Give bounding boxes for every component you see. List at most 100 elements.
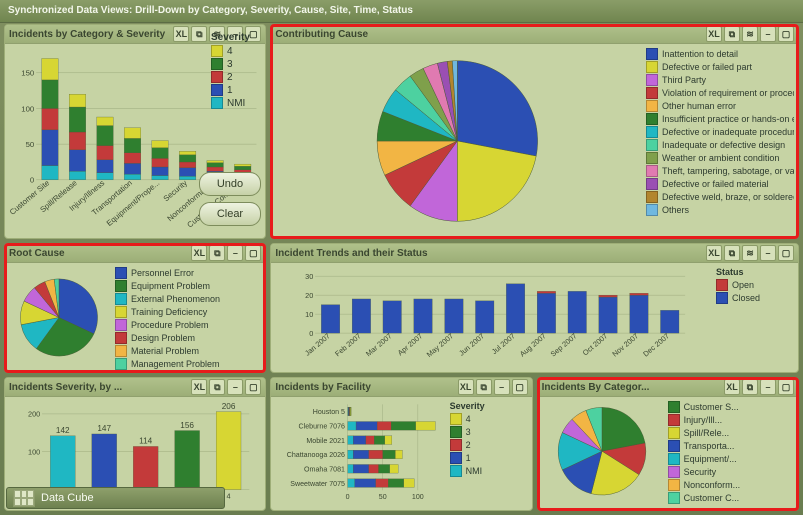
legend-item[interactable]: Injury/Ill... [668,414,746,426]
legend-item[interactable]: Nonconform... [668,479,746,491]
legend-item[interactable]: Weather or ambient condition [646,152,794,164]
svg-text:Feb 2007: Feb 2007 [333,331,363,358]
svg-text:Nov 2007: Nov 2007 [611,331,641,358]
legend-item[interactable]: 4 [450,413,528,425]
legend-item[interactable]: External Phenomenon [115,293,235,305]
copy-icon[interactable]: ⧉ [191,26,207,42]
maximize-icon[interactable]: ▢ [778,379,794,395]
svg-text:Houston 5: Houston 5 [313,408,345,416]
legend-item[interactable]: Procedure Problem [115,319,235,331]
legend-item[interactable]: 1 [211,84,261,96]
undo-button[interactable]: Undo [199,172,261,196]
svg-text:Jun 2007: Jun 2007 [457,331,486,357]
xl-button[interactable]: XL [173,26,189,42]
svg-text:156: 156 [180,421,194,430]
chart-trend[interactable]: 0102030Jan 2007Feb 2007Mar 2007Apr 2007M… [275,267,710,368]
panel-root-cause: Root Cause XL ⧉ – ▢ Personnel ErrorEquip… [4,243,266,373]
legend-item[interactable]: Third Party [646,74,794,86]
minimize-icon[interactable]: – [227,379,243,395]
data-cube-button[interactable]: Data Cube [6,487,225,509]
legend-item[interactable]: Theft, tampering, sabotage, or van... [646,165,794,177]
chart-facility[interactable]: 050100Houston 5Cleburne 7076Mobile 2021C… [275,401,443,506]
legend-item[interactable]: 4 [211,45,261,57]
xl-button[interactable]: XL [191,379,207,395]
xl-button[interactable]: XL [724,379,740,395]
svg-text:Sep 2007: Sep 2007 [549,331,579,358]
xl-button[interactable]: XL [706,245,722,261]
legend-item[interactable]: Equipment/... [668,453,746,465]
legend-item[interactable]: Material Problem [115,345,235,357]
copy-icon[interactable]: ⧉ [724,26,740,42]
legend-item[interactable]: Personnel Error [115,267,235,279]
legend-item[interactable]: Defective or inadequate procedure [646,126,794,138]
svg-text:Dec 2007: Dec 2007 [642,331,672,358]
copy-icon[interactable]: ⧉ [742,379,758,395]
legend-item[interactable]: 3 [211,58,261,70]
legend-item[interactable]: Spill/Rele... [668,427,746,439]
tool-icon[interactable]: ≋ [742,26,758,42]
cube-icon [13,489,35,507]
panel-title: Incidents by Category & Severity [9,29,173,40]
maximize-icon[interactable]: ▢ [512,379,528,395]
minimize-icon[interactable]: – [760,379,776,395]
legend-item[interactable]: Insufficient practice or hands-on e... [646,113,794,125]
copy-icon[interactable]: ⧉ [209,379,225,395]
copy-icon[interactable]: ⧉ [209,245,225,261]
legend-item[interactable]: Defective weld, braze, or soldered ... [646,191,794,203]
legend-item[interactable]: Training Deficiency [115,306,235,318]
chart-contrib-cause[interactable] [275,48,640,234]
panel-contrib-cause: Contributing Cause XL ⧉ ≋ – ▢ Inattentio… [270,24,799,239]
minimize-icon[interactable]: – [760,245,776,261]
maximize-icon[interactable]: ▢ [778,245,794,261]
chart-by-cat[interactable] [542,401,662,506]
chart-root[interactable] [9,267,109,368]
legend-item[interactable]: 2 [450,439,528,451]
xl-button[interactable]: XL [706,26,722,42]
svg-text:10: 10 [305,310,313,319]
svg-text:100: 100 [28,447,40,456]
svg-text:206: 206 [222,402,236,411]
maximize-icon[interactable]: ▢ [245,245,261,261]
svg-text:Sweetwater 7075: Sweetwater 7075 [291,480,346,488]
maximize-icon[interactable]: ▢ [778,26,794,42]
legend-item[interactable]: Inadequate or defective design [646,139,794,151]
legend-facility: Severity 4321NMI [448,397,532,510]
legend-item[interactable]: 2 [211,71,261,83]
svg-text:Apr 2007: Apr 2007 [396,331,425,357]
legend-item[interactable]: 3 [450,426,528,438]
legend-item[interactable]: Management Problem [115,358,235,370]
panel-title: Incidents by Facility [275,382,457,393]
copy-icon[interactable]: ⧉ [724,245,740,261]
legend-item[interactable]: Violation of requirement or procedu... [646,87,794,99]
tool-icon[interactable]: ≋ [742,245,758,261]
panel-title: Incident Trends and their Status [275,248,706,259]
legend-contrib-cause: Inattention to detailDefective or failed… [644,44,798,238]
panel-trends: Incident Trends and their Status XL ⧉ ≋ … [270,243,799,373]
legend-item[interactable]: Others [646,204,794,216]
legend-item[interactable]: Closed [716,292,794,304]
copy-icon[interactable]: ⧉ [476,379,492,395]
minimize-icon[interactable]: – [227,245,243,261]
legend-item[interactable]: Customer C... [668,492,746,504]
xl-button[interactable]: XL [191,245,207,261]
svg-text:114: 114 [139,437,153,446]
legend-item[interactable]: 1 [450,452,528,464]
legend-item[interactable]: Defective or failed material [646,178,794,190]
legend-item[interactable]: NMI [211,97,261,109]
xl-button[interactable]: XL [458,379,474,395]
legend-item[interactable]: Inattention to detail [646,48,794,60]
legend-item[interactable]: Defective or failed part [646,61,794,73]
minimize-icon[interactable]: – [760,26,776,42]
minimize-icon[interactable]: – [494,379,510,395]
legend-item[interactable]: Open [716,279,794,291]
legend-item[interactable]: NMI [450,465,528,477]
svg-text:142: 142 [56,426,70,435]
legend-item[interactable]: Equipment Problem [115,280,235,292]
legend-item[interactable]: Customer S... [668,401,746,413]
legend-item[interactable]: Transporta... [668,440,746,452]
legend-item[interactable]: Other human error [646,100,794,112]
clear-button[interactable]: Clear [199,202,261,226]
legend-item[interactable]: Security [668,466,746,478]
legend-item[interactable]: Design Problem [115,332,235,344]
maximize-icon[interactable]: ▢ [245,379,261,395]
